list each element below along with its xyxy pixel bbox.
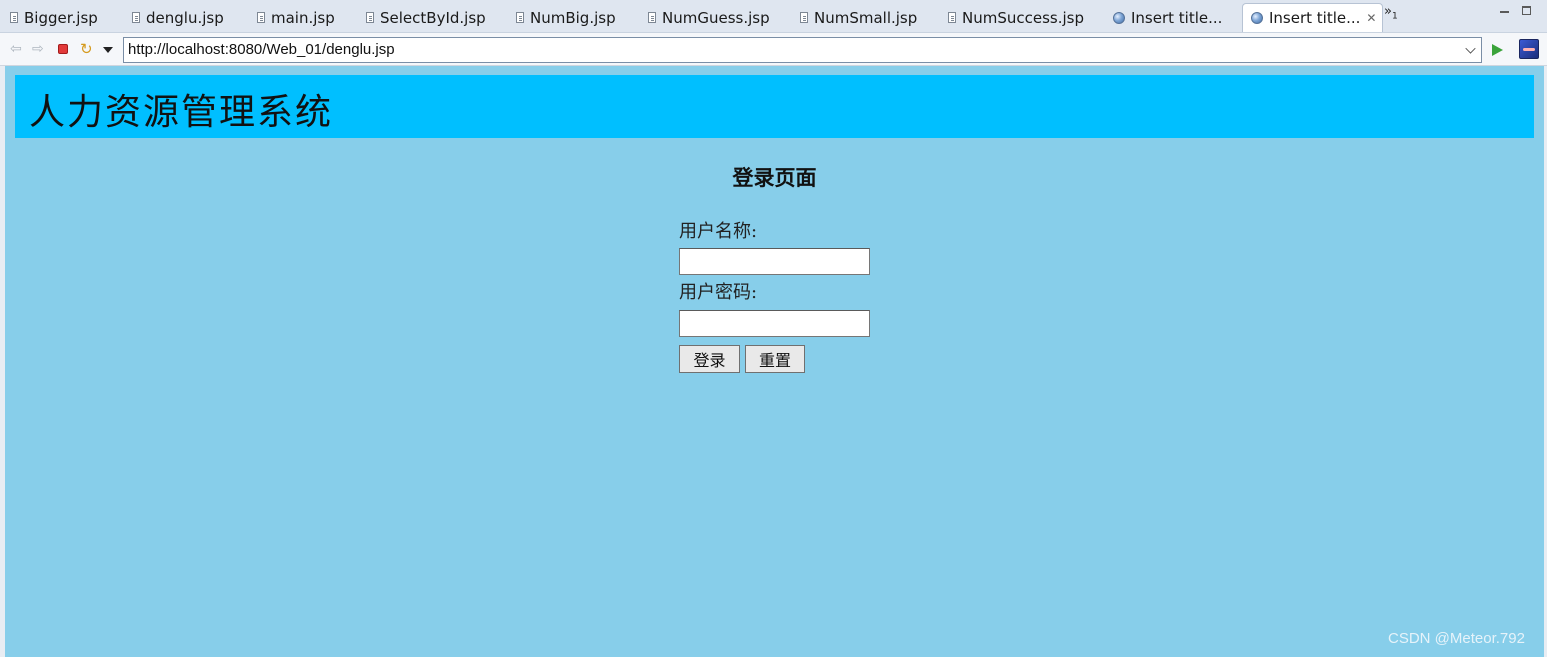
url-history-chevron-icon[interactable] [1465,43,1476,54]
tab-browser-insert-title[interactable]: Insert title... [1105,3,1222,32]
watermark: CSDN @Meteor.792 [1388,630,1525,647]
tab-selectbyid-jsp[interactable]: SelectById.jsp [358,3,486,32]
forward-arrow-icon[interactable]: ⇨ [32,41,44,57]
password-label: 用户密码: [679,282,758,303]
tab-label: NumSuccess.jsp [962,8,1084,27]
chevron-down-icon[interactable] [103,47,113,53]
file-icon [366,12,374,23]
tab-browser-insert-title-active[interactable]: Insert title... ✕ [1242,3,1384,32]
file-icon [648,12,656,23]
browser-toolbar: ⇦ ⇨ ↻ http://localhost:8080/Web_01/dengl… [0,33,1547,66]
external-browser-icon[interactable] [1519,39,1539,59]
file-icon [257,12,265,23]
username-input[interactable] [679,248,870,275]
login-heading: 登录页面 [732,165,817,190]
globe-icon [1113,11,1125,24]
tab-numbig-jsp[interactable]: NumBig.jsp [508,3,616,32]
overflow-count: 1 [1391,11,1398,22]
overflow-chevron-icon: » [1384,4,1392,19]
login-button[interactable]: 登录 [679,345,740,373]
file-icon [132,12,140,23]
tab-label: SelectById.jsp [380,8,486,27]
tab-label: main.jsp [271,8,335,27]
tab-overflow-button[interactable]: »1 [1384,4,1398,22]
globe-icon [1251,12,1263,24]
back-arrow-icon[interactable]: ⇦ [10,41,22,57]
minimize-icon[interactable] [1500,6,1509,13]
file-icon [10,12,18,23]
tab-bigger-jsp[interactable]: Bigger.jsp [2,3,98,32]
tab-label: NumBig.jsp [530,8,616,27]
url-text: http://localhost:8080/Web_01/denglu.jsp [128,41,395,58]
site-title: 人力资源管理系统 [29,92,334,133]
stop-icon[interactable] [58,44,68,54]
url-input[interactable]: http://localhost:8080/Web_01/denglu.jsp [123,37,1482,63]
close-icon[interactable]: ✕ [1366,11,1376,25]
tab-numguess-jsp[interactable]: NumGuess.jsp [640,3,770,32]
reset-button[interactable]: 重置 [745,345,805,373]
tab-label: Insert title... [1269,9,1361,27]
password-input[interactable] [679,310,870,337]
tab-label: Bigger.jsp [24,8,98,27]
tab-label: NumGuess.jsp [662,8,770,27]
file-icon [948,12,956,23]
tab-denglu-jsp[interactable]: denglu.jsp [124,3,224,32]
tab-numsmall-jsp[interactable]: NumSmall.jsp [792,3,917,32]
page-viewport: 人力资源管理系统 登录页面 用户名称: 用户密码: 登录 重置 CSDN @Me… [5,66,1544,657]
tab-label: denglu.jsp [146,8,224,27]
site-header: 人力资源管理系统 [15,75,1534,138]
refresh-icon[interactable]: ↻ [80,41,93,57]
username-label: 用户名称: [679,221,758,242]
tab-numsuccess-jsp[interactable]: NumSuccess.jsp [940,3,1084,32]
tab-label: Insert title... [1131,8,1223,27]
maximize-icon[interactable] [1522,6,1531,15]
go-play-icon[interactable] [1492,44,1503,56]
editor-tab-bar: Bigger.jsp denglu.jsp main.jsp SelectByI… [0,0,1547,33]
file-icon [516,12,524,23]
tab-main-jsp[interactable]: main.jsp [249,3,335,32]
file-icon [800,12,808,23]
tab-label: NumSmall.jsp [814,8,918,27]
